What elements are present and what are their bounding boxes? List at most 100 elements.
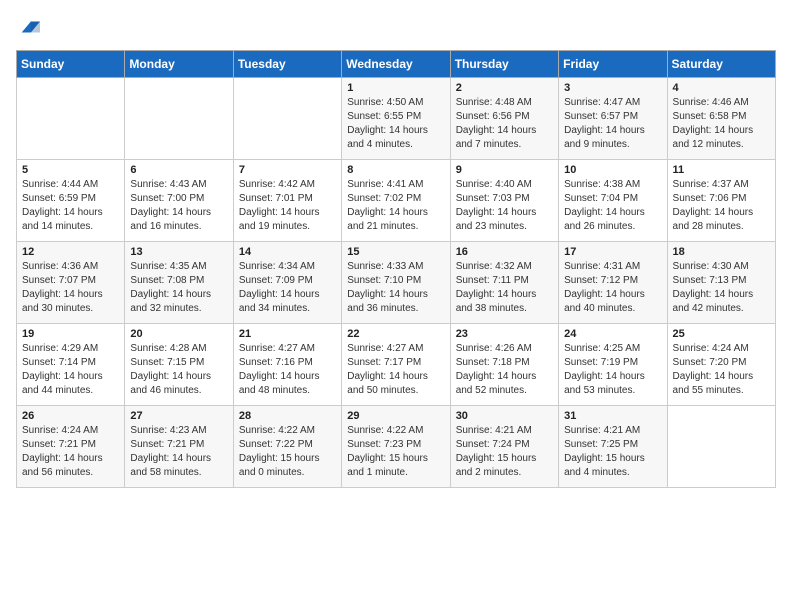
day-number: 19 — [22, 328, 119, 340]
day-number: 24 — [564, 328, 661, 340]
calendar-cell: 2 Sunrise: 4:48 AM Sunset: 6:56 PM Daylig… — [450, 78, 558, 160]
day-number: 12 — [22, 246, 119, 258]
cell-content: Sunrise: 4:27 AM Sunset: 7:16 PM Dayligh… — [239, 342, 336, 398]
day-number: 27 — [130, 410, 227, 422]
day-number: 20 — [130, 328, 227, 340]
cell-content: Sunrise: 4:47 AM Sunset: 6:57 PM Dayligh… — [564, 96, 661, 152]
calendar-cell — [233, 78, 341, 160]
day-number: 1 — [347, 82, 444, 94]
cell-content: Sunrise: 4:33 AM Sunset: 7:10 PM Dayligh… — [347, 260, 444, 316]
cell-content: Sunrise: 4:41 AM Sunset: 7:02 PM Dayligh… — [347, 178, 444, 234]
cell-content: Sunrise: 4:23 AM Sunset: 7:21 PM Dayligh… — [130, 424, 227, 480]
calendar-cell: 20 Sunrise: 4:28 AM Sunset: 7:15 PM Dayli… — [125, 324, 233, 406]
cell-content: Sunrise: 4:21 AM Sunset: 7:24 PM Dayligh… — [456, 424, 553, 480]
day-number: 30 — [456, 410, 553, 422]
calendar-cell: 28 Sunrise: 4:22 AM Sunset: 7:22 PM Dayli… — [233, 406, 341, 488]
calendar-cell: 3 Sunrise: 4:47 AM Sunset: 6:57 PM Daylig… — [559, 78, 667, 160]
day-number: 5 — [22, 164, 119, 176]
day-number: 13 — [130, 246, 227, 258]
cell-content: Sunrise: 4:31 AM Sunset: 7:12 PM Dayligh… — [564, 260, 661, 316]
day-number: 31 — [564, 410, 661, 422]
calendar-cell: 4 Sunrise: 4:46 AM Sunset: 6:58 PM Daylig… — [667, 78, 775, 160]
calendar-cell: 21 Sunrise: 4:27 AM Sunset: 7:16 PM Dayli… — [233, 324, 341, 406]
calendar-table: SundayMondayTuesdayWednesdayThursdayFrid… — [16, 50, 776, 488]
cell-content: Sunrise: 4:43 AM Sunset: 7:00 PM Dayligh… — [130, 178, 227, 234]
day-number: 15 — [347, 246, 444, 258]
cell-content: Sunrise: 4:40 AM Sunset: 7:03 PM Dayligh… — [456, 178, 553, 234]
cell-content: Sunrise: 4:22 AM Sunset: 7:22 PM Dayligh… — [239, 424, 336, 480]
cell-content: Sunrise: 4:25 AM Sunset: 7:19 PM Dayligh… — [564, 342, 661, 398]
calendar-cell: 16 Sunrise: 4:32 AM Sunset: 7:11 PM Dayli… — [450, 242, 558, 324]
day-number: 4 — [673, 82, 770, 94]
calendar-cell — [125, 78, 233, 160]
column-header-thursday: Thursday — [450, 51, 558, 78]
calendar-cell: 23 Sunrise: 4:26 AM Sunset: 7:18 PM Dayli… — [450, 324, 558, 406]
page-header — [16, 16, 776, 38]
column-header-friday: Friday — [559, 51, 667, 78]
cell-content: Sunrise: 4:37 AM Sunset: 7:06 PM Dayligh… — [673, 178, 770, 234]
column-header-wednesday: Wednesday — [342, 51, 450, 78]
day-number: 28 — [239, 410, 336, 422]
calendar-cell: 9Sunrise: 4:40 AM Sunset: 7:03 PM Daylig… — [450, 160, 558, 242]
calendar-cell: 5Sunrise: 4:44 AM Sunset: 6:59 PM Daylig… — [17, 160, 125, 242]
calendar-body: 1 Sunrise: 4:50 AM Sunset: 6:55 PM Daylig… — [17, 78, 776, 488]
day-number: 11 — [673, 164, 770, 176]
calendar-cell — [667, 406, 775, 488]
cell-content: Sunrise: 4:28 AM Sunset: 7:15 PM Dayligh… — [130, 342, 227, 398]
calendar-cell: 7 Sunrise: 4:42 AM Sunset: 7:01 PM Daylig… — [233, 160, 341, 242]
calendar-cell: 17 Sunrise: 4:31 AM Sunset: 7:12 PM Dayli… — [559, 242, 667, 324]
cell-content: Sunrise: 4:46 AM Sunset: 6:58 PM Dayligh… — [673, 96, 770, 152]
day-number: 29 — [347, 410, 444, 422]
day-number: 17 — [564, 246, 661, 258]
day-number: 25 — [673, 328, 770, 340]
calendar-cell: 15 Sunrise: 4:33 AM Sunset: 7:10 PM Dayli… — [342, 242, 450, 324]
calendar-cell: 22 Sunrise: 4:27 AM Sunset: 7:17 PM Dayli… — [342, 324, 450, 406]
calendar-week-row: 19 Sunrise: 4:29 AM Sunset: 7:14 PM Dayli… — [17, 324, 776, 406]
calendar-week-row: 1 Sunrise: 4:50 AM Sunset: 6:55 PM Daylig… — [17, 78, 776, 160]
cell-content: Sunrise: 4:24 AM Sunset: 7:20 PM Dayligh… — [673, 342, 770, 398]
cell-content: Sunrise: 4:48 AM Sunset: 6:56 PM Dayligh… — [456, 96, 553, 152]
calendar-cell: 11 Sunrise: 4:37 AM Sunset: 7:06 PM Dayli… — [667, 160, 775, 242]
calendar-cell: 19 Sunrise: 4:29 AM Sunset: 7:14 PM Dayli… — [17, 324, 125, 406]
column-header-monday: Monday — [125, 51, 233, 78]
calendar-cell: 6Sunrise: 4:43 AM Sunset: 7:00 PM Daylig… — [125, 160, 233, 242]
logo-icon — [18, 16, 40, 38]
calendar-cell: 24 Sunrise: 4:25 AM Sunset: 7:19 PM Dayli… — [559, 324, 667, 406]
day-number: 14 — [239, 246, 336, 258]
cell-content: Sunrise: 4:21 AM Sunset: 7:25 PM Dayligh… — [564, 424, 661, 480]
logo — [16, 16, 40, 38]
day-number: 22 — [347, 328, 444, 340]
calendar-cell: 26 Sunrise: 4:24 AM Sunset: 7:21 PM Dayli… — [17, 406, 125, 488]
calendar-cell: 1 Sunrise: 4:50 AM Sunset: 6:55 PM Daylig… — [342, 78, 450, 160]
cell-content: Sunrise: 4:38 AM Sunset: 7:04 PM Dayligh… — [564, 178, 661, 234]
column-header-sunday: Sunday — [17, 51, 125, 78]
cell-content: Sunrise: 4:29 AM Sunset: 7:14 PM Dayligh… — [22, 342, 119, 398]
calendar-cell: 8Sunrise: 4:41 AM Sunset: 7:02 PM Daylig… — [342, 160, 450, 242]
cell-content: Sunrise: 4:27 AM Sunset: 7:17 PM Dayligh… — [347, 342, 444, 398]
calendar-cell: 29Sunrise: 4:22 AM Sunset: 7:23 PM Dayli… — [342, 406, 450, 488]
day-number: 16 — [456, 246, 553, 258]
day-number: 18 — [673, 246, 770, 258]
day-number: 21 — [239, 328, 336, 340]
cell-content: Sunrise: 4:30 AM Sunset: 7:13 PM Dayligh… — [673, 260, 770, 316]
calendar-cell: 13 Sunrise: 4:35 AM Sunset: 7:08 PM Dayli… — [125, 242, 233, 324]
day-number: 26 — [22, 410, 119, 422]
cell-content: Sunrise: 4:42 AM Sunset: 7:01 PM Dayligh… — [239, 178, 336, 234]
cell-content: Sunrise: 4:35 AM Sunset: 7:08 PM Dayligh… — [130, 260, 227, 316]
column-header-saturday: Saturday — [667, 51, 775, 78]
cell-content: Sunrise: 4:32 AM Sunset: 7:11 PM Dayligh… — [456, 260, 553, 316]
cell-content: Sunrise: 4:50 AM Sunset: 6:55 PM Dayligh… — [347, 96, 444, 152]
calendar-cell: 10Sunrise: 4:38 AM Sunset: 7:04 PM Dayli… — [559, 160, 667, 242]
day-number: 2 — [456, 82, 553, 94]
calendar-cell: 14Sunrise: 4:34 AM Sunset: 7:09 PM Dayli… — [233, 242, 341, 324]
day-number: 23 — [456, 328, 553, 340]
day-number: 3 — [564, 82, 661, 94]
column-header-tuesday: Tuesday — [233, 51, 341, 78]
calendar-week-row: 12Sunrise: 4:36 AM Sunset: 7:07 PM Dayli… — [17, 242, 776, 324]
calendar-week-row: 26 Sunrise: 4:24 AM Sunset: 7:21 PM Dayli… — [17, 406, 776, 488]
cell-content: Sunrise: 4:24 AM Sunset: 7:21 PM Dayligh… — [22, 424, 119, 480]
day-number: 7 — [239, 164, 336, 176]
cell-content: Sunrise: 4:26 AM Sunset: 7:18 PM Dayligh… — [456, 342, 553, 398]
calendar-cell — [17, 78, 125, 160]
calendar-week-row: 5Sunrise: 4:44 AM Sunset: 6:59 PM Daylig… — [17, 160, 776, 242]
